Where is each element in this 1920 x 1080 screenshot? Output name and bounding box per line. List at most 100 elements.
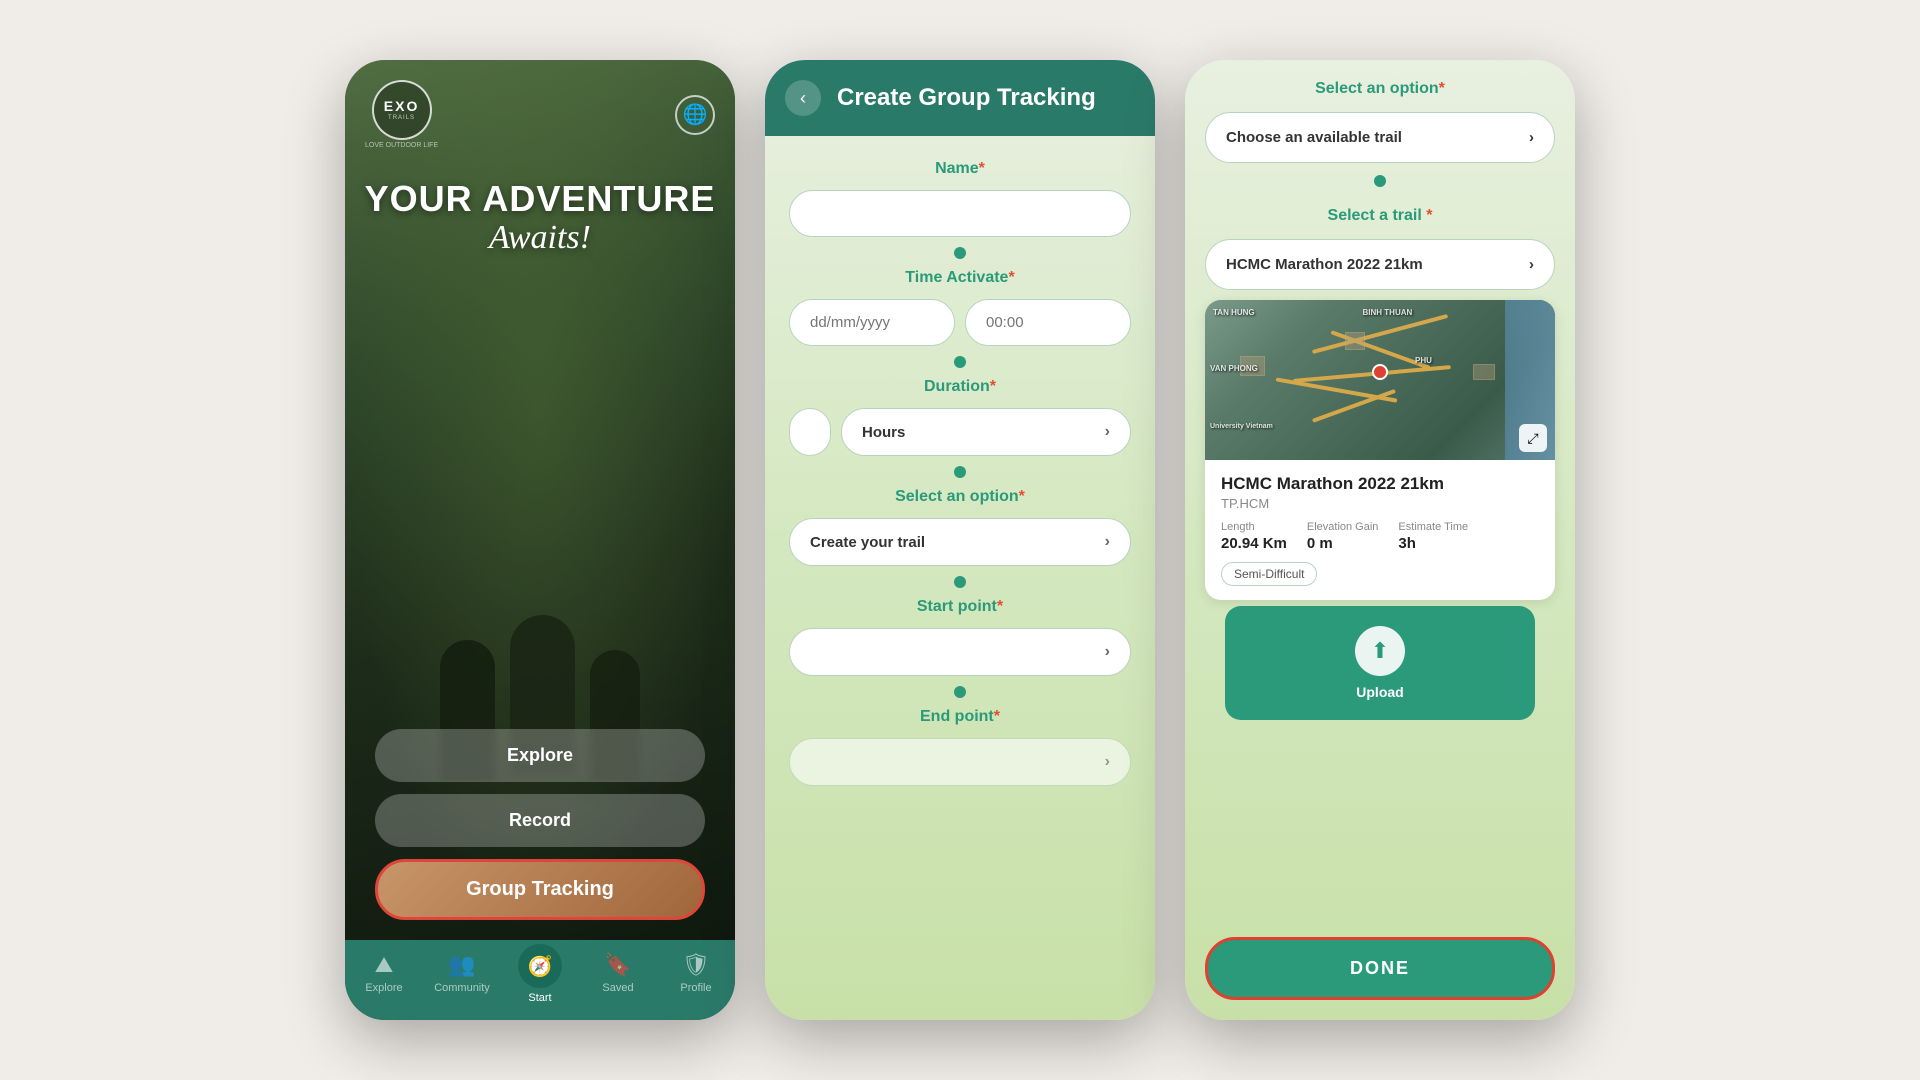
- upload-icon: ⬆: [1355, 626, 1405, 676]
- end-point-label: End point*: [789, 708, 1131, 726]
- choose-trail-chevron-icon: ›: [1529, 129, 1534, 146]
- duration-chevron-icon: ›: [1105, 423, 1110, 441]
- trail-location: TP.HCM: [1221, 496, 1539, 511]
- duration-row: Hours ›: [789, 408, 1131, 456]
- map-expand-button[interactable]: ⤢: [1519, 424, 1547, 452]
- time-activate-label: Time Activate*: [789, 269, 1131, 287]
- trail-selected-label: HCMC Marathon 2022 21km: [1226, 256, 1423, 273]
- screen2-title: Create Group Tracking: [837, 84, 1096, 112]
- record-button[interactable]: Record: [375, 794, 705, 847]
- duration-unit-select[interactable]: Hours ›: [841, 408, 1131, 456]
- hero-header: EXO TRAILS LOVE OUTDOOR LIFE 🌐: [345, 60, 735, 149]
- elevation-label: Elevation Gain: [1307, 521, 1379, 533]
- nav-start[interactable]: 🧭 Start: [501, 952, 579, 1012]
- end-point-select[interactable]: ›: [789, 738, 1131, 786]
- screen2-form: Name* Time Activate* Duration* Hours: [765, 136, 1155, 1020]
- create-group-tracking-screen: ‹ Create Group Tracking Name* Time Activ…: [765, 60, 1155, 1020]
- create-trail-button[interactable]: Create your trail ›: [789, 518, 1131, 566]
- duration-input[interactable]: [789, 408, 831, 456]
- end-point-chevron-icon: ›: [1105, 753, 1110, 771]
- profile-icon: 🛡: [682, 952, 710, 978]
- trail-selected-chevron-icon: ›: [1529, 256, 1534, 273]
- map-label-1: TAN HUNG: [1213, 308, 1255, 317]
- hero-subtitle: Awaits!: [365, 219, 716, 257]
- time-stat: Estimate Time 3h: [1398, 521, 1468, 552]
- duration-label: Duration*: [789, 378, 1131, 396]
- action-buttons: Explore Record Group Tracking: [345, 729, 735, 920]
- date-input[interactable]: [789, 299, 955, 346]
- select-trail-label: Select a trail *: [1205, 207, 1555, 225]
- phone-screen-2: ‹ Create Group Tracking Name* Time Activ…: [765, 60, 1155, 1020]
- nav-start-label: Start: [528, 992, 551, 1004]
- nav-profile-label: Profile: [680, 982, 711, 994]
- time-input[interactable]: [965, 299, 1131, 346]
- nav-saved[interactable]: 🔖 Saved: [579, 952, 657, 1012]
- community-icon: 👥: [448, 952, 475, 978]
- length-value: 20.94 Km: [1221, 535, 1287, 552]
- elevation-stat: Elevation Gain 0 m: [1307, 521, 1379, 552]
- nav-profile[interactable]: 🛡 Profile: [657, 952, 735, 1012]
- nav-explore-label: Explore: [365, 982, 402, 994]
- trail-selection-content: Select an option* Choose an available tr…: [1185, 60, 1575, 925]
- connector-5: [954, 686, 966, 698]
- upload-area[interactable]: ⬆ Upload: [1225, 606, 1535, 720]
- choose-available-trail-btn[interactable]: Choose an available trail ›: [1205, 112, 1555, 163]
- elevation-value: 0 m: [1307, 535, 1379, 552]
- nav-community[interactable]: 👥 Community: [423, 952, 501, 1012]
- group-tracking-button[interactable]: Group Tracking: [375, 859, 705, 920]
- difficulty-badge: Semi-Difficult: [1221, 562, 1317, 586]
- logo: EXO TRAILS LOVE OUTDOOR LIFE: [365, 80, 438, 149]
- start-icon: 🧭: [528, 954, 553, 979]
- connector-2: [954, 356, 966, 368]
- trail-selection-screen: Select an option* Choose an available tr…: [1185, 60, 1575, 1020]
- screen2-header: ‹ Create Group Tracking: [765, 60, 1155, 136]
- saved-icon: 🔖: [604, 952, 631, 978]
- start-point-chevron-icon: ›: [1105, 643, 1110, 661]
- globe-icon[interactable]: 🌐: [675, 95, 715, 135]
- connector-4: [954, 576, 966, 588]
- start-point-label: Start point*: [789, 598, 1131, 616]
- adventure-screen: EXO TRAILS LOVE OUTDOOR LIFE 🌐 YOUR ADVE…: [345, 60, 735, 1020]
- done-button[interactable]: DONE: [1205, 937, 1555, 1000]
- logo-tagline: LOVE OUTDOOR LIFE: [365, 142, 438, 149]
- time-activate-row: [789, 299, 1131, 346]
- start-point-select[interactable]: ›: [789, 628, 1131, 676]
- hero-background: EXO TRAILS LOVE OUTDOOR LIFE 🌐 YOUR ADVE…: [345, 60, 735, 940]
- nav-saved-label: Saved: [602, 982, 633, 994]
- trail-info: HCMC Marathon 2022 21km TP.HCM Length 20…: [1205, 460, 1555, 600]
- name-label: Name*: [789, 160, 1131, 178]
- estimate-time-label: Estimate Time: [1398, 521, 1468, 533]
- duration-unit-label: Hours: [862, 424, 905, 441]
- trail-card: ⤢ TAN HUNG BINH THUAN VAN PHONG PHU Univ…: [1205, 300, 1555, 600]
- connector-s3-1: [1374, 175, 1386, 187]
- map-label-5: University Vietnam: [1210, 423, 1273, 430]
- trail-selected-btn[interactable]: HCMC Marathon 2022 21km ›: [1205, 239, 1555, 290]
- explore-button[interactable]: Explore: [375, 729, 705, 782]
- hero-text-block: YOUR ADVENTURE Awaits!: [365, 179, 716, 257]
- name-input[interactable]: [789, 190, 1131, 237]
- back-button[interactable]: ‹: [785, 80, 821, 116]
- connector-1: [954, 247, 966, 259]
- screen3-option-label: Select an option*: [1205, 80, 1555, 98]
- create-trail-chevron-icon: ›: [1105, 533, 1110, 551]
- length-stat: Length 20.94 Km: [1221, 521, 1287, 552]
- map-label-4: PHU: [1415, 356, 1432, 365]
- nav-community-label: Community: [434, 982, 490, 994]
- start-icon-circle: 🧭: [518, 944, 562, 988]
- estimate-time-value: 3h: [1398, 535, 1468, 552]
- select-option-label: Select an option*: [789, 488, 1131, 506]
- trail-map: ⤢ TAN HUNG BINH THUAN VAN PHONG PHU Univ…: [1205, 300, 1555, 460]
- logo-circle: EXO TRAILS: [372, 80, 432, 140]
- length-label: Length: [1221, 521, 1287, 533]
- trail-stats: Length 20.94 Km Elevation Gain 0 m Estim…: [1221, 521, 1539, 552]
- trail-name: HCMC Marathon 2022 21km: [1221, 474, 1539, 494]
- nav-explore[interactable]: ⛰ Explore: [345, 952, 423, 1012]
- upload-label: Upload: [1356, 684, 1403, 700]
- connector-3: [954, 466, 966, 478]
- map-label-2: BINH THUAN: [1363, 308, 1413, 317]
- map-label-3: VAN PHONG: [1210, 364, 1258, 373]
- hero-title: YOUR ADVENTURE: [365, 179, 716, 219]
- phone-screen-1: EXO TRAILS LOVE OUTDOOR LIFE 🌐 YOUR ADVE…: [345, 60, 735, 1020]
- phone-screen-3: Select an option* Choose an available tr…: [1185, 60, 1575, 1020]
- logo-main-text: EXO: [384, 99, 420, 113]
